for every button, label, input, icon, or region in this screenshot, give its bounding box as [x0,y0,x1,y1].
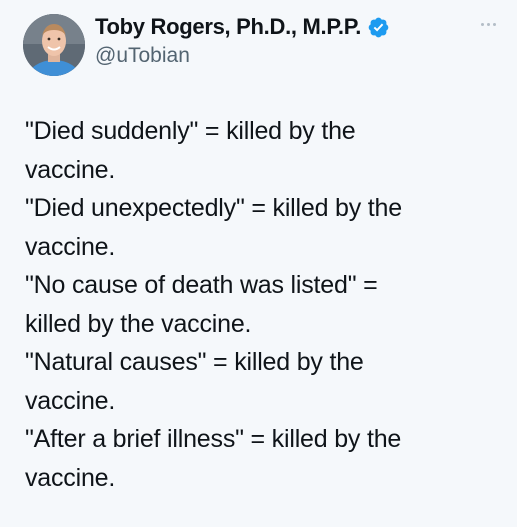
verified-badge-icon [367,16,390,39]
tweet-text: "Died suddenly" = killed by the vaccine.… [25,112,495,497]
avatar-image [23,14,85,76]
tweet-line: "Died suddenly" = killed by the [25,117,356,145]
more-options-icon[interactable] [474,14,502,34]
author-handle[interactable]: @uTobian [95,44,190,68]
author-name-row[interactable]: Toby Rogers, Ph.D., M.P.P. [95,12,390,42]
tweet-line: "Natural causes" = killed by the [25,348,364,376]
tweet-line: vaccine. [25,232,116,261]
tweet-line: vaccine. [25,155,116,184]
avatar[interactable] [23,14,85,76]
tweet-line: "After a brief illness" = killed by the [25,425,402,453]
tweet-line: "No cause of death was listed" = [25,271,378,299]
tweet-line: vaccine. [25,463,116,492]
tweet-line: vaccine. [25,386,116,415]
author-name[interactable]: Toby Rogers, Ph.D., M.P.P. [95,14,361,40]
tweet-line: killed by the vaccine. [25,309,252,338]
tweet-card: Toby Rogers, Ph.D., M.P.P. @uTobian "Die… [0,0,517,527]
tweet-line: "Died unexpectedly" = killed by the [25,194,402,222]
